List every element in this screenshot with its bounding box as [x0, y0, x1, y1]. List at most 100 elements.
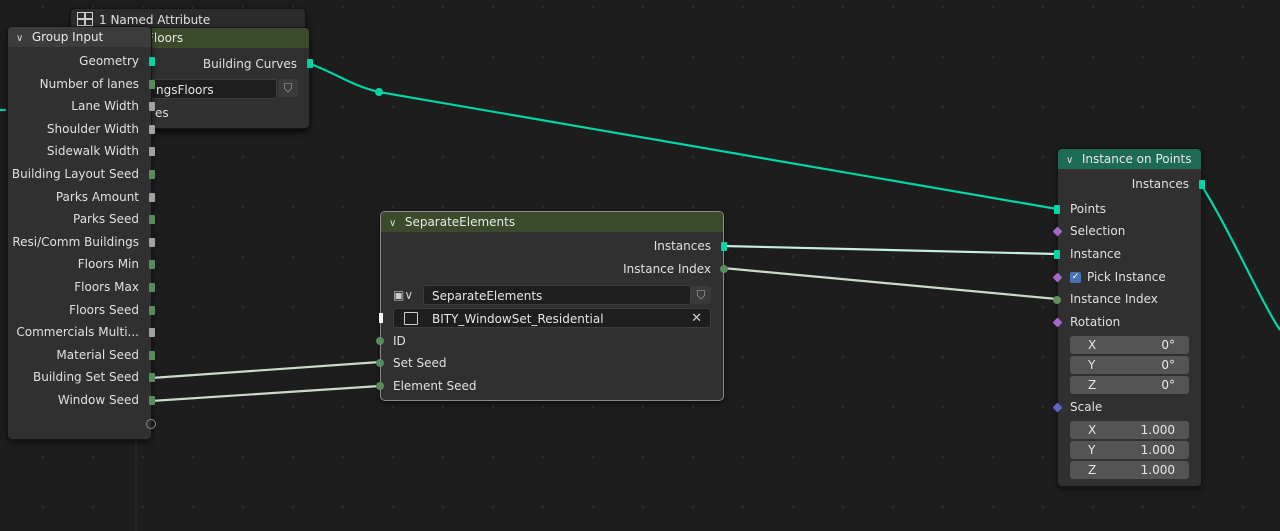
- pick-instance-checkbox[interactable]: ✓: [1070, 272, 1081, 283]
- separate-elements-node[interactable]: ∨ SeparateElements Instances Instance In…: [376, 211, 728, 401]
- group-input-output-socket[interactable]: [149, 396, 155, 405]
- named-attribute-icon: [77, 12, 93, 26]
- group-input-header[interactable]: ∨ Group Input: [8, 27, 151, 47]
- group-input-output-socket[interactable]: [149, 80, 155, 89]
- scale-y-field[interactable]: Y 1.000: [1070, 441, 1189, 459]
- instance-input-label: Instance: [1070, 247, 1122, 261]
- floors-row-fragment: es: [155, 106, 169, 120]
- rotation-input-socket[interactable]: [1052, 317, 1063, 328]
- group-input-output-label: Building Set Seed: [32, 370, 139, 384]
- group-input-output-socket[interactable]: [149, 351, 155, 360]
- scale-axis-value: 1.000: [1140, 463, 1175, 477]
- group-input-output-socket[interactable]: [149, 215, 155, 224]
- named-attribute-label: 1 Named Attribute: [99, 13, 211, 27]
- group-input-output-label: Lane Width: [71, 99, 139, 113]
- group-input-output-label: Sidewalk Width: [46, 144, 139, 158]
- node-group-selector[interactable]: SeparateElements: [423, 285, 691, 305]
- group-input-output-label: Floors Seed: [69, 303, 139, 317]
- group-input-output-socket[interactable]: [149, 328, 155, 337]
- rotation-input-label: Rotation: [1070, 315, 1121, 329]
- group-input-output-label: Floors Min: [77, 257, 139, 271]
- collection-input-socket[interactable]: [379, 313, 383, 323]
- instances-output-socket[interactable]: [1199, 180, 1205, 189]
- instances-output-socket[interactable]: [721, 242, 727, 251]
- pick-instance-label: Pick Instance: [1087, 270, 1166, 284]
- group-input-output-socket[interactable]: [149, 283, 155, 292]
- group-input-output-label: Geometry: [79, 54, 139, 68]
- instance-index-input-socket[interactable]: [1053, 296, 1061, 304]
- group-input-output-label: Parks Seed: [73, 212, 139, 226]
- floors-node-title: Floors: [147, 31, 184, 45]
- group-input-output-socket[interactable]: [149, 260, 155, 269]
- instance-on-points-node[interactable]: ∨ Instance on Points Instances Points Se…: [1052, 148, 1205, 487]
- building-curves-output-socket[interactable]: [307, 59, 313, 68]
- scale-axis-value: 1.000: [1140, 423, 1175, 437]
- separate-elements-title: SeparateElements: [404, 215, 516, 229]
- instance-on-points-title: Instance on Points: [1081, 152, 1192, 166]
- scale-z-field[interactable]: Z 1.000: [1070, 461, 1189, 479]
- close-icon[interactable]: ✕: [691, 309, 702, 329]
- separate-elements-header[interactable]: ∨ SeparateElements: [381, 212, 723, 232]
- group-input-output-socket[interactable]: [149, 193, 155, 202]
- selection-input-socket[interactable]: [1052, 226, 1063, 237]
- wire-instances-out: [1199, 182, 1280, 331]
- group-input-output-label: Parks Amount: [55, 190, 139, 204]
- instance-index-input-label: Instance Index: [1070, 292, 1158, 306]
- pick-instance-input-socket[interactable]: [1052, 272, 1063, 283]
- rotation-axis-value: 0°: [1161, 378, 1175, 392]
- building-curves-output-label: Building Curves: [202, 57, 297, 71]
- scale-input-label: Scale: [1070, 400, 1103, 414]
- rotation-axis-value: 0°: [1161, 358, 1175, 372]
- chevron-down-icon[interactable]: ∨: [16, 29, 28, 47]
- group-input-output-label: Shoulder Width: [46, 122, 139, 136]
- wire-buildingset-to-setseed: [150, 360, 381, 380]
- chevron-down-icon[interactable]: ∨: [389, 214, 401, 232]
- scale-input-socket[interactable]: [1052, 402, 1063, 413]
- wire-building-curves-to-points: [307, 61, 1058, 211]
- group-input-output-label: Commercials Multi...: [16, 325, 139, 339]
- instances-output-label: Instances: [653, 239, 711, 253]
- group-input-output-socket[interactable]: [149, 170, 155, 179]
- rotation-x-field[interactable]: X 0°: [1070, 336, 1189, 354]
- group-input-node[interactable]: ∨ Group Input Geometry Number of lanes Lan…: [7, 26, 156, 440]
- points-input-socket[interactable]: [1054, 205, 1060, 214]
- shield-icon[interactable]: ⛉: [691, 286, 711, 304]
- group-input-output-socket[interactable]: [149, 238, 155, 247]
- instance-input-socket[interactable]: [1054, 250, 1060, 259]
- scale-axis-value: 1.000: [1140, 443, 1175, 457]
- set-seed-input-socket[interactable]: [376, 359, 384, 367]
- group-input-output-label: Floors Max: [74, 280, 139, 294]
- element-seed-input-socket[interactable]: [376, 382, 384, 390]
- group-input-output-label: Resi/Comm Buildings: [12, 235, 139, 249]
- group-input-output-socket[interactable]: [149, 147, 155, 156]
- node-group-icon[interactable]: ▣∨: [393, 286, 421, 304]
- rotation-axis-label: Z: [1088, 378, 1097, 392]
- rotation-axis-value: 0°: [1161, 338, 1175, 352]
- chevron-down-icon[interactable]: ∨: [1066, 151, 1078, 169]
- rotation-axis-label: Y: [1088, 358, 1096, 372]
- floors-collection-field[interactable]: ngsFloors: [147, 79, 277, 99]
- group-input-output-socket[interactable]: [149, 57, 155, 66]
- id-input-socket[interactable]: [376, 337, 384, 345]
- collection-field[interactable]: BITY_WindowSet_Residential ✕: [393, 308, 711, 328]
- group-input-output-socket[interactable]: [149, 373, 155, 382]
- group-input-output-socket[interactable]: [149, 125, 155, 134]
- scale-axis-label: Y: [1088, 443, 1096, 457]
- group-input-output-label: Building Layout Seed: [11, 167, 139, 181]
- rotation-y-field[interactable]: Y 0°: [1070, 356, 1189, 374]
- group-input-output-label: Number of lanes: [39, 77, 139, 91]
- selection-input-label: Selection: [1070, 224, 1126, 238]
- points-input-label: Points: [1070, 202, 1107, 216]
- instance-on-points-header[interactable]: ∨ Instance on Points: [1058, 149, 1201, 169]
- wire-reroute-dot: [375, 88, 383, 96]
- group-input-output-label: Material Seed: [56, 348, 139, 362]
- group-input-output-socket[interactable]: [149, 306, 155, 315]
- shield-icon[interactable]: ⛉: [278, 79, 298, 97]
- scale-x-field[interactable]: X 1.000: [1070, 421, 1189, 439]
- group-input-output-socket[interactable]: [149, 102, 155, 111]
- instance-index-output-socket[interactable]: [720, 265, 728, 273]
- group-input-empty-socket[interactable]: [146, 419, 156, 429]
- wire-instances-to-instance: [722, 244, 1058, 256]
- rotation-z-field[interactable]: Z 0°: [1070, 376, 1189, 394]
- collection-icon: [404, 312, 418, 325]
